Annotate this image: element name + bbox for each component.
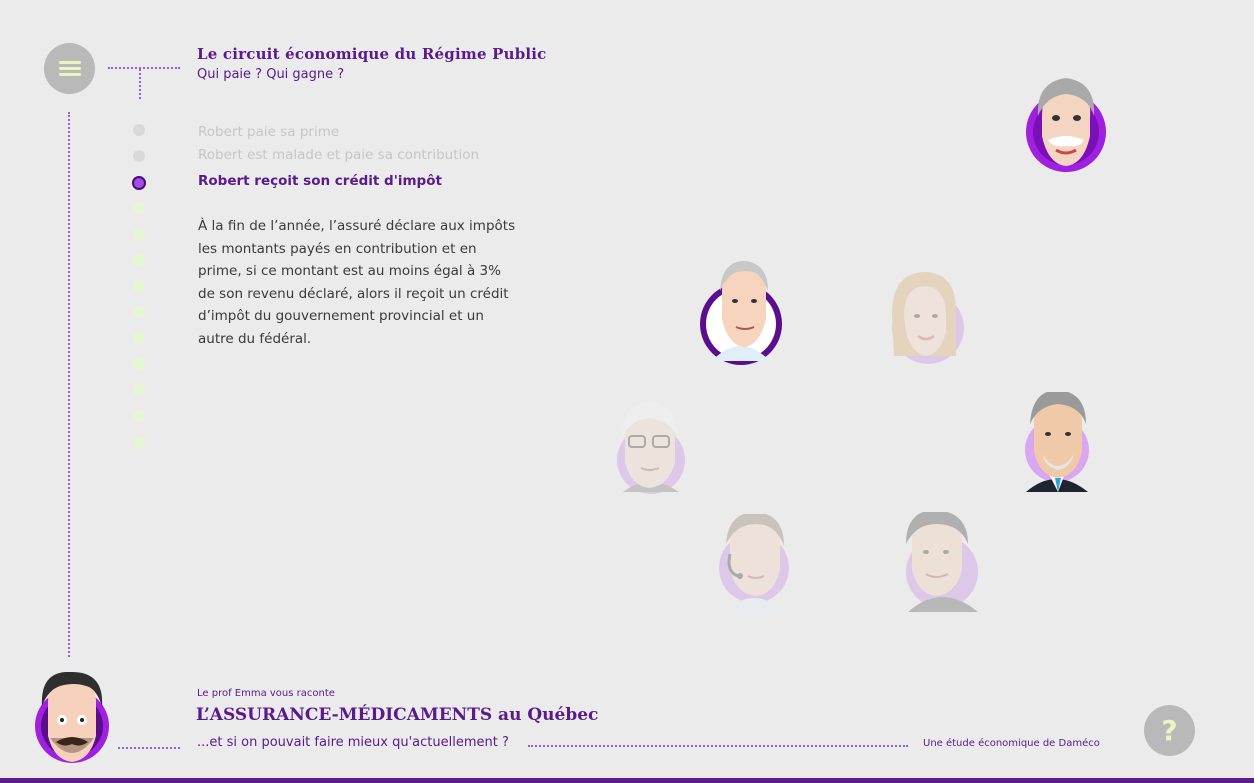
step-dot-active[interactable] bbox=[132, 176, 146, 190]
site-title[interactable]: L’ASSURANCE-MÉDICAMENTS au Québec bbox=[196, 705, 598, 725]
connector-line bbox=[108, 67, 180, 69]
step-dot[interactable] bbox=[133, 280, 145, 292]
step-dot[interactable] bbox=[133, 384, 145, 396]
call-center-agent-avatar-icon[interactable] bbox=[716, 514, 790, 610]
menu-button[interactable] bbox=[44, 43, 95, 94]
emma-avatar-icon bbox=[34, 672, 110, 764]
elderly-man-glasses-avatar-icon[interactable] bbox=[613, 402, 687, 498]
site-tagline: ...et si on pouvait faire mieux qu'actue… bbox=[197, 735, 509, 750]
robert-avatar-icon[interactable] bbox=[1024, 76, 1108, 176]
step-dot[interactable] bbox=[133, 254, 145, 266]
step-description: À la fin de l’année, l’assuré déclare au… bbox=[198, 218, 516, 347]
woman-avatar-icon[interactable] bbox=[884, 270, 966, 366]
businessman-avatar-icon[interactable] bbox=[898, 512, 980, 612]
help-button[interactable]: ? bbox=[1144, 705, 1195, 756]
connector-line bbox=[139, 69, 141, 99]
step-dot[interactable] bbox=[133, 410, 145, 422]
page-title: Le circuit économique du Régime Public bbox=[197, 45, 547, 63]
bottom-accent-bar bbox=[0, 778, 1254, 783]
politician-avatar-icon[interactable] bbox=[1024, 392, 1092, 492]
footer-connector-line bbox=[118, 747, 180, 749]
step-label-active[interactable]: Robert reçoit son crédit d'impôt bbox=[198, 173, 442, 189]
footer-kicker: Le prof Emma vous raconte bbox=[197, 688, 335, 699]
step-dot[interactable] bbox=[133, 228, 145, 240]
question-mark-icon: ? bbox=[1161, 714, 1178, 747]
step-dot[interactable] bbox=[133, 332, 145, 344]
page-subtitle: Qui paie ? Qui gagne ? bbox=[197, 67, 345, 82]
timeline-line bbox=[68, 112, 70, 657]
footer-connector-line bbox=[528, 745, 908, 747]
step-dot[interactable] bbox=[133, 437, 145, 449]
step-dot[interactable] bbox=[133, 202, 145, 214]
step-dot[interactable] bbox=[133, 306, 145, 318]
step-label[interactable]: Robert paie sa prime bbox=[198, 124, 339, 140]
step-dot[interactable] bbox=[133, 150, 145, 162]
step-dot[interactable] bbox=[133, 124, 145, 136]
credit-link[interactable]: Une étude économique de Daméco bbox=[923, 738, 1100, 749]
pharmacist-avatar-icon[interactable] bbox=[700, 261, 784, 367]
step-dot[interactable] bbox=[133, 358, 145, 370]
step-label[interactable]: Robert est malade et paie sa contributio… bbox=[198, 147, 479, 163]
